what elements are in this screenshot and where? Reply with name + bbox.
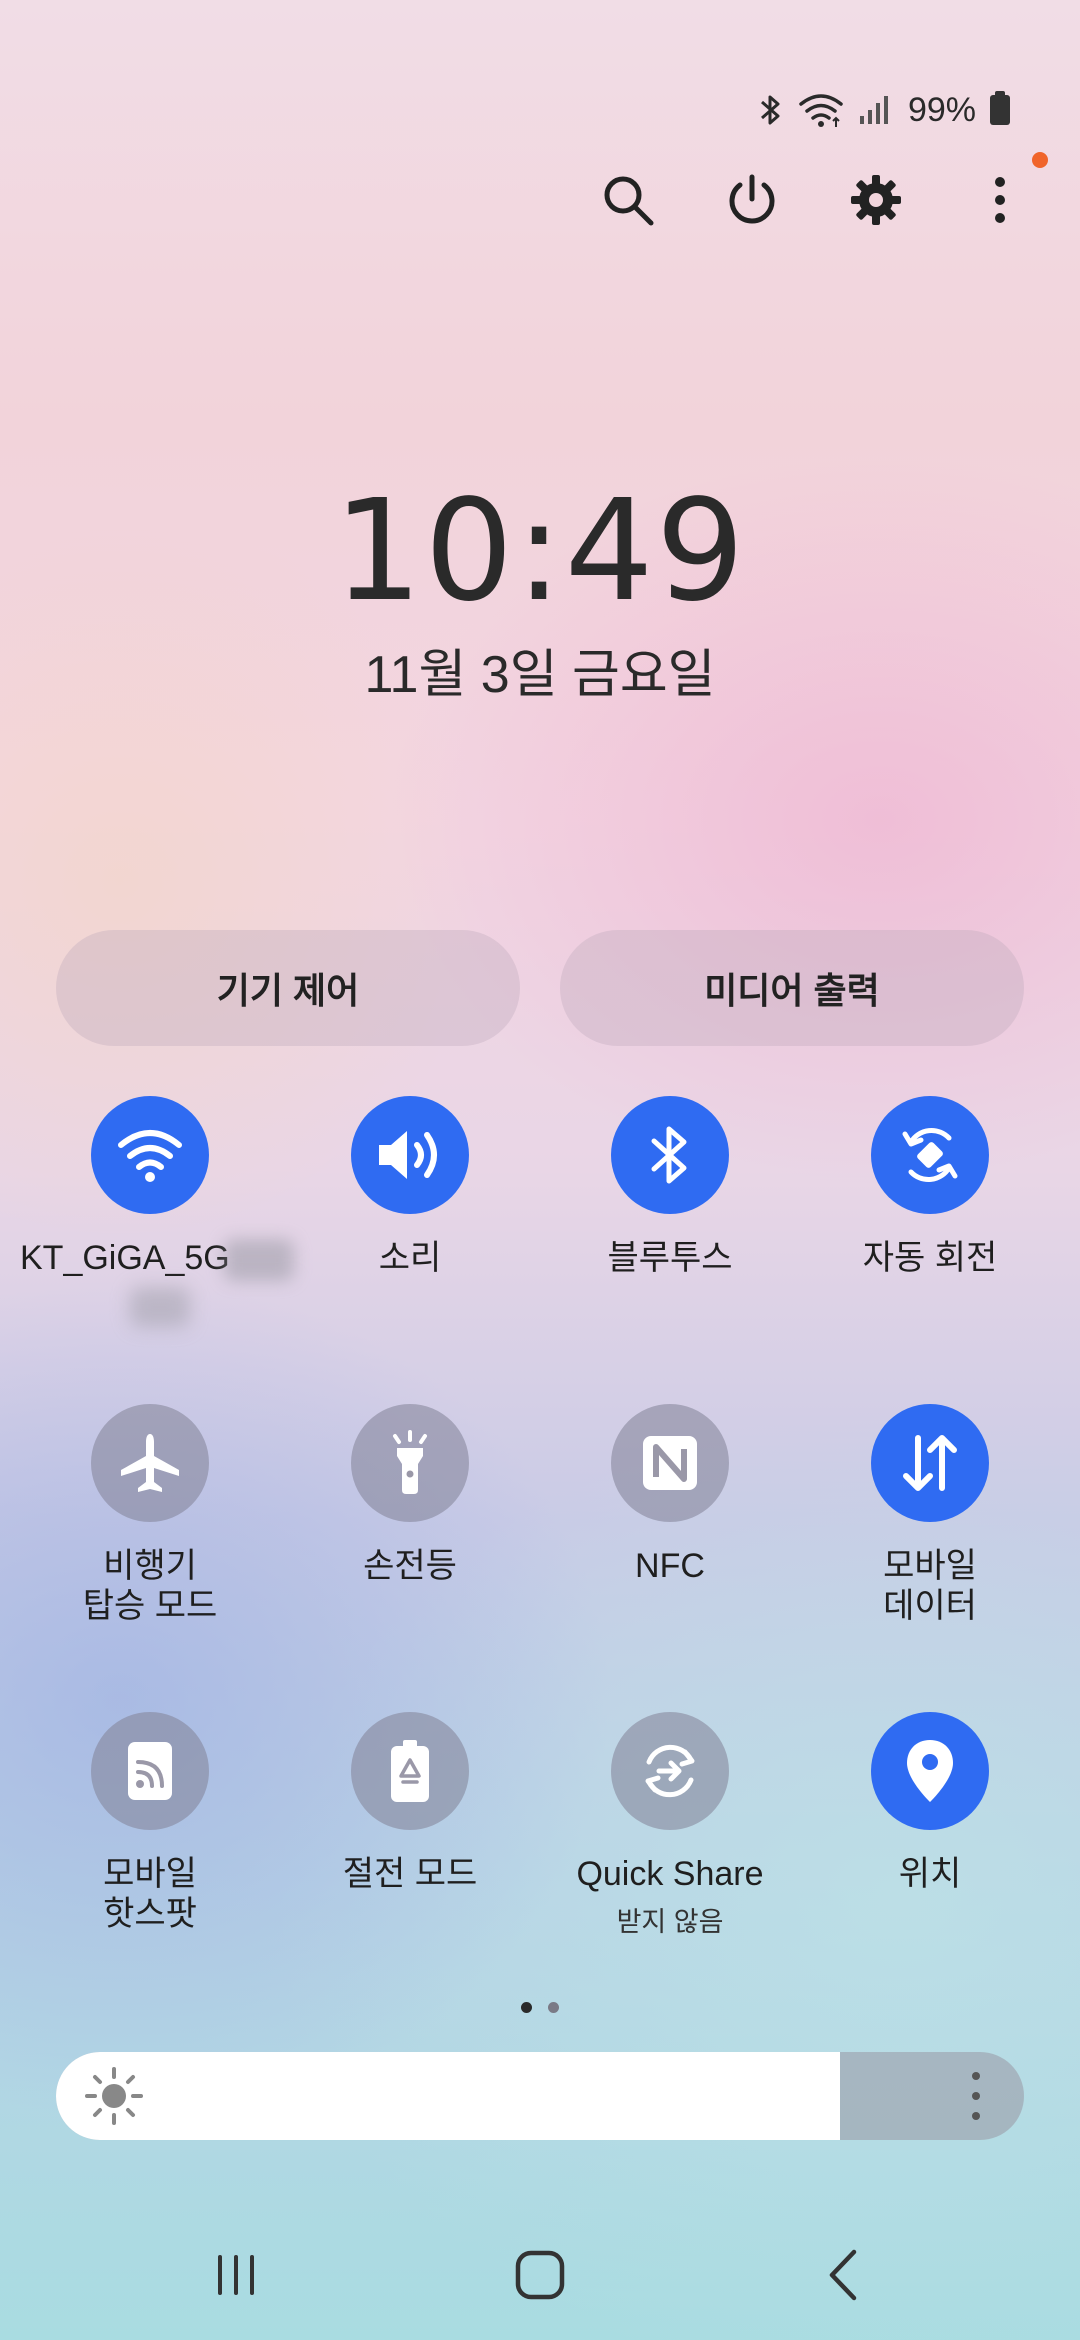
home-icon: [515, 2250, 565, 2300]
tile-auto-rotate-label: 자동 회전: [862, 1239, 998, 1277]
tile-power-saving-label: 절전 모드: [342, 1855, 478, 1893]
recents-button[interactable]: [186, 2230, 286, 2320]
tile-flashlight-label: 손전등: [363, 1547, 457, 1585]
tile-quick-share-toggle[interactable]: [611, 1712, 729, 1830]
tile-bluetooth[interactable]: 블루투스: [540, 1096, 800, 1278]
recents-icon: [218, 2255, 254, 2295]
page-indicator: [0, 2002, 1080, 2013]
tile-power-saving-toggle[interactable]: [351, 1712, 469, 1830]
tile-sound-label: 소리: [378, 1239, 442, 1277]
more-dot: [972, 2112, 980, 2120]
tile-flashlight-toggle[interactable]: [351, 1404, 469, 1522]
tile-airplane-mode-label: 비행기: [103, 1547, 197, 1585]
brightness-sun-icon: [85, 2067, 143, 2125]
back-button[interactable]: [794, 2230, 894, 2320]
search-button[interactable]: [588, 160, 668, 240]
tile-location[interactable]: 위치: [800, 1712, 1060, 1894]
tile-mobile-data[interactable]: 모바일 데이터: [800, 1404, 1060, 1626]
power-icon: [729, 174, 775, 224]
brightness-level-fill[interactable]: [56, 2052, 841, 2140]
mobile-data-icon: [903, 1435, 957, 1491]
tile-wifi-toggle[interactable]: [91, 1096, 209, 1214]
wifi-status-icon: [799, 94, 843, 127]
battery-percentage: 99%: [907, 90, 976, 129]
tile-quick-share[interactable]: Quick Share 받지 않음: [540, 1712, 800, 1939]
tile-nfc[interactable]: NFC: [540, 1404, 800, 1586]
more-options-button[interactable]: [960, 152, 1048, 240]
device-control-button[interactable]: 기기 제어: [56, 930, 520, 1046]
nfc-icon: [643, 1436, 697, 1490]
brightness-more-button[interactable]: [970, 2072, 982, 2120]
gear-icon: [851, 175, 901, 225]
more-dot: [972, 2092, 980, 2100]
notification-dot: [1032, 152, 1048, 168]
tile-sound-toggle[interactable]: [351, 1096, 469, 1214]
ssid-redaction-line2: [130, 1287, 190, 1328]
quick-share-icon: [645, 1744, 695, 1798]
power-button[interactable]: [712, 160, 792, 240]
wifi-icon: [118, 1130, 182, 1182]
tile-bluetooth-label: 블루투스: [607, 1239, 733, 1277]
settings-button[interactable]: [836, 160, 916, 240]
tile-mobile-hotspot-label-line2: 핫스팟: [103, 1895, 197, 1933]
status-bar: 99%: [758, 88, 1010, 132]
tile-mobile-data-toggle[interactable]: [871, 1404, 989, 1522]
tile-quick-share-label: Quick Share: [576, 1855, 764, 1893]
tile-airplane-mode-label-line2: 탑승 모드: [82, 1587, 218, 1625]
power-saving-icon: [391, 1740, 429, 1802]
more-dot: [972, 2072, 980, 2080]
panel-actions: [588, 152, 1048, 240]
search-icon: [604, 176, 654, 226]
tile-flashlight[interactable]: 손전등: [280, 1404, 540, 1586]
clock[interactable]: 10:49: [0, 470, 1080, 633]
tile-mobile-hotspot-toggle[interactable]: [91, 1712, 209, 1830]
tile-auto-rotate[interactable]: 자동 회전: [800, 1096, 1060, 1278]
tile-wifi[interactable]: KT_GiGA_5G: [20, 1096, 294, 1328]
more-vert-icon: [995, 177, 1005, 223]
home-button[interactable]: [490, 2230, 590, 2320]
sound-icon: [379, 1131, 437, 1179]
tile-airplane-mode-toggle[interactable]: [91, 1404, 209, 1522]
tile-power-saving[interactable]: 절전 모드: [280, 1712, 540, 1894]
signal-icon: [859, 96, 888, 124]
tile-quick-share-status: 받지 않음: [616, 1907, 724, 1937]
tile-mobile-data-label-line2: 데이터: [883, 1587, 977, 1625]
auto-rotate-icon: [902, 1127, 958, 1183]
tile-wifi-label: KT_GiGA_5G: [20, 1239, 230, 1277]
page-dot-1[interactable]: [521, 2002, 532, 2013]
tile-mobile-hotspot[interactable]: 모바일 핫스팟: [20, 1712, 280, 1934]
back-icon: [829, 2249, 857, 2301]
location-icon: [907, 1740, 953, 1802]
battery-icon: [990, 91, 1010, 125]
airplane-icon: [121, 1434, 179, 1492]
tile-auto-rotate-toggle[interactable]: [871, 1096, 989, 1214]
tile-airplane-mode[interactable]: 비행기 탑승 모드: [20, 1404, 280, 1626]
brightness-slider[interactable]: [56, 2052, 1024, 2140]
tile-bluetooth-toggle[interactable]: [611, 1096, 729, 1214]
tile-nfc-label: NFC: [635, 1547, 705, 1585]
tile-nfc-toggle[interactable]: [611, 1404, 729, 1522]
date[interactable]: 11월 3일 금요일: [0, 632, 1080, 707]
tile-sound[interactable]: 소리: [280, 1096, 540, 1278]
bluetooth-status-icon: [760, 95, 780, 125]
tile-mobile-hotspot-label: 모바일: [103, 1855, 197, 1893]
flashlight-icon: [393, 1430, 427, 1494]
tile-location-toggle[interactable]: [871, 1712, 989, 1830]
navigation-bar: [0, 2230, 1080, 2320]
bluetooth-icon: [651, 1126, 687, 1184]
media-output-button[interactable]: 미디어 출력: [560, 930, 1024, 1046]
tile-location-label: 위치: [898, 1855, 962, 1893]
page-dot-2[interactable]: [548, 2002, 559, 2013]
tile-mobile-data-label: 모바일: [883, 1547, 977, 1585]
hotspot-icon: [128, 1742, 172, 1800]
